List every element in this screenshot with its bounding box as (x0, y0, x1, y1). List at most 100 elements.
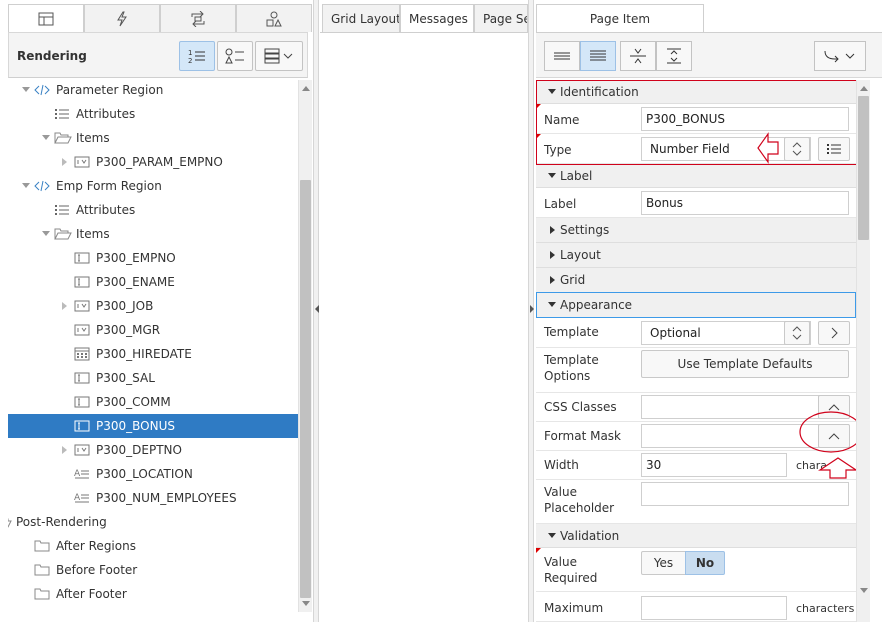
tree-node[interactable]: Items (8, 222, 298, 246)
value-required-yes[interactable]: Yes (641, 551, 686, 575)
shapes-list-icon (225, 48, 244, 64)
property-scroll-thumb[interactable] (858, 96, 869, 240)
value-placeholder-input[interactable] (641, 482, 849, 506)
tree-node[interactable]: Parameter Region (8, 78, 298, 102)
tree-node[interactable]: Emp Form Region (8, 174, 298, 198)
value-required-no[interactable]: No (685, 551, 725, 575)
collapse-caret-icon (548, 533, 556, 538)
tree-node[interactable]: P300_EMPNO (8, 246, 298, 270)
left-splitter[interactable] (313, 0, 319, 622)
label-label: Label (544, 197, 577, 211)
text-field-icon (74, 251, 90, 265)
tree-node-label: After Regions (56, 539, 136, 553)
stacked-menu-icon (264, 48, 293, 64)
tab-page-item[interactable]: Page Item (536, 4, 704, 32)
use-template-defaults-button[interactable]: Use Template Defaults (641, 350, 849, 378)
select-list-icon (74, 443, 90, 457)
property-scrollbar[interactable] (856, 80, 870, 622)
template-options-row: Template Options Use Template Defaults (536, 348, 856, 393)
rendering-title: Rendering (17, 49, 87, 63)
tree-node[interactable]: P300_BONUS (8, 414, 298, 438)
collapse-caret-icon[interactable] (22, 87, 30, 92)
tree-node[interactable]: Items (8, 126, 298, 150)
collapse-caret-icon[interactable] (42, 135, 50, 140)
collapse-caret-icon[interactable] (42, 231, 50, 236)
tree-node[interactable]: Post-Rendering (8, 510, 298, 534)
rendering-toolbar: Rendering 12 (8, 32, 308, 78)
format-mask-label: Format Mask (544, 429, 622, 443)
collapse-all-button[interactable] (620, 41, 656, 71)
tree-node[interactable]: After Regions (8, 534, 298, 558)
group-grid-label: Grid (560, 273, 586, 287)
tree-node-label: Items (76, 131, 110, 145)
tree-node-label: Before Footer (56, 563, 138, 577)
tab-messages-label: Messages (409, 12, 468, 26)
tree-node[interactable]: P300_SAL (8, 366, 298, 390)
expand-caret-icon[interactable] (62, 446, 67, 454)
go-to-group-button[interactable] (814, 41, 866, 71)
tree-node[interactable]: Attributes (8, 198, 298, 222)
expand-all-button[interactable] (656, 41, 692, 71)
tree-node[interactable]: After Footer (8, 582, 298, 606)
collapse-right-arrow-icon[interactable] (530, 305, 534, 313)
tree-node[interactable]: P300_COMM (8, 390, 298, 414)
select-list-icon (74, 299, 90, 313)
tree-node[interactable]: P300_PARAM_EMPNO (8, 150, 298, 174)
group-validation[interactable]: Validation (536, 524, 856, 548)
value-placeholder-row: Value Placeholder (536, 480, 856, 524)
group-grid[interactable]: Grid (536, 268, 856, 293)
group-appearance-label: Appearance (560, 298, 633, 312)
group-settings[interactable]: Settings (536, 218, 856, 243)
collapse-caret-icon[interactable] (22, 183, 30, 188)
right-splitter[interactable] (528, 0, 534, 622)
tree-node[interactable]: A P300_NUM_EMPLOYEES (8, 486, 298, 510)
tab-page-search[interactable]: Page Se (474, 4, 528, 32)
group-label[interactable]: Label (536, 164, 856, 188)
scroll-down-arrow-icon[interactable] (860, 588, 868, 593)
scroll-up-arrow-icon[interactable] (860, 86, 868, 91)
component-view-button[interactable] (217, 41, 253, 71)
tree-node-label: Emp Form Region (56, 179, 162, 193)
group-appearance[interactable]: Appearance (536, 292, 856, 318)
annotation-circle-icon (799, 411, 856, 453)
tree-node[interactable]: P300_MGR (8, 318, 298, 342)
tree-node[interactable]: P300_JOB (8, 294, 298, 318)
tree-node[interactable]: Attributes (8, 102, 298, 126)
tree-node[interactable]: A P300_LOCATION (8, 462, 298, 486)
tab-dynamic-actions[interactable] (84, 4, 160, 32)
expand-caret-icon[interactable] (62, 302, 67, 310)
collapse-left-arrow-icon[interactable] (315, 305, 319, 313)
tree-node[interactable]: P300_ENAME (8, 270, 298, 294)
tree-view-button[interactable]: 12 (179, 41, 215, 71)
scroll-down-arrow-icon[interactable] (302, 601, 310, 606)
folder-icon (34, 539, 50, 553)
template-select-toggle[interactable] (784, 321, 810, 345)
view-options-menu-button[interactable] (255, 41, 303, 71)
tab-processing[interactable] (160, 4, 236, 32)
group-layout[interactable]: Layout (536, 243, 856, 268)
tree-scrollbar[interactable] (298, 80, 312, 612)
collapse-icon (630, 48, 646, 64)
list-icon (54, 203, 70, 217)
width-input[interactable]: 30 (641, 453, 787, 477)
tab-grid-layout[interactable]: Grid Layout (322, 4, 400, 32)
tree-node[interactable]: P300_HIREDATE (8, 342, 298, 366)
code-icon (34, 83, 50, 97)
tab-rendering[interactable] (8, 4, 84, 32)
tree-node-label: After Footer (56, 587, 127, 601)
expand-caret-icon (550, 226, 555, 234)
show-all-button[interactable] (580, 41, 616, 71)
maximum-input[interactable] (641, 596, 787, 620)
up-down-chevron-icon (792, 326, 802, 340)
tree-node[interactable]: Before Footer (8, 558, 298, 582)
template-go-button[interactable] (818, 321, 850, 345)
scroll-up-arrow-icon[interactable] (302, 86, 310, 91)
maximum-unit: characters (796, 602, 855, 615)
tree-node[interactable]: P300_DEPTNO (8, 438, 298, 462)
tree-scroll-thumb[interactable] (300, 180, 311, 598)
tab-shared-components[interactable] (236, 4, 312, 32)
tab-messages[interactable]: Messages (400, 4, 474, 32)
show-common-button[interactable] (544, 41, 580, 71)
label-input[interactable]: Bonus (641, 191, 849, 215)
expand-caret-icon[interactable] (62, 158, 67, 166)
